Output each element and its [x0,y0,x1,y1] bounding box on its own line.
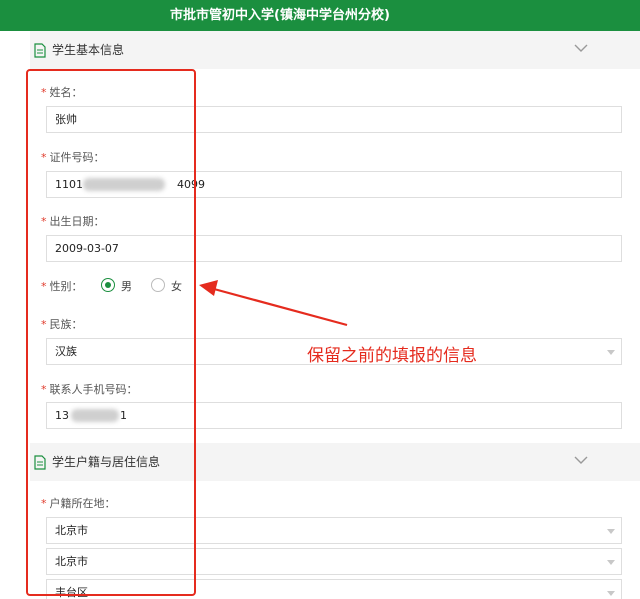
annotation-arrow-icon [199,280,348,327]
annotation-text: 保留之前的填报的信息 [307,346,477,366]
